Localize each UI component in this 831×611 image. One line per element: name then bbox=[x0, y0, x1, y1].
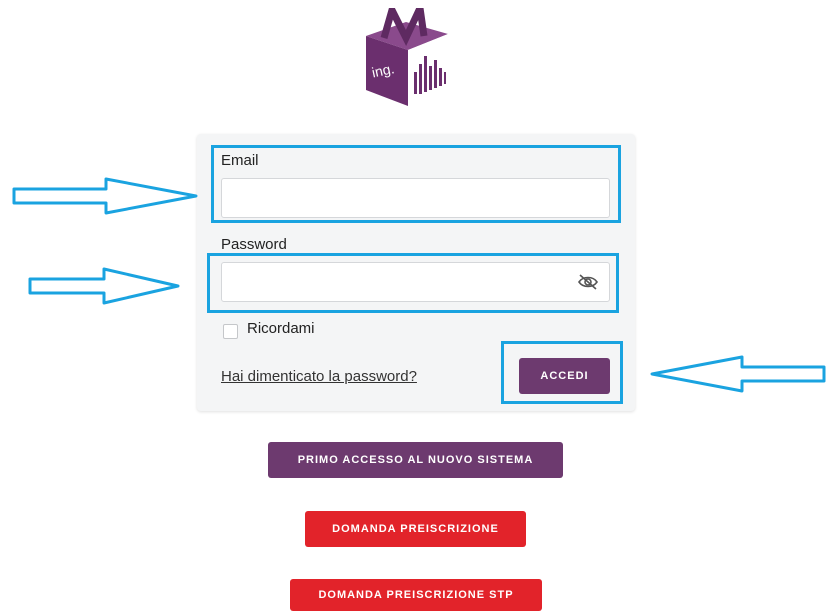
cube-m-logo: ing. bbox=[366, 8, 448, 106]
eye-off-icon[interactable] bbox=[577, 274, 599, 290]
arrow-right-outline-icon bbox=[12, 177, 198, 215]
remember-checkbox[interactable] bbox=[223, 324, 238, 339]
email-field[interactable] bbox=[221, 178, 610, 218]
preregistration-button[interactable]: DOMANDA PREISCRIZIONE bbox=[305, 511, 526, 547]
forgot-password-link[interactable]: Hai dimenticato la password? bbox=[221, 368, 417, 385]
arrow-left-outline-icon bbox=[650, 355, 826, 393]
login-page: ing. Email Password Ricordami Hai diment… bbox=[0, 0, 831, 611]
arrow-right-outline-icon bbox=[28, 267, 180, 305]
first-access-button[interactable]: PRIMO ACCESSO AL NUOVO SISTEMA bbox=[268, 442, 563, 478]
email-label: Email bbox=[221, 152, 259, 169]
password-label: Password bbox=[221, 236, 287, 253]
password-field[interactable] bbox=[221, 262, 610, 302]
login-card: Email Password Ricordami Hai dimenticato… bbox=[197, 134, 635, 411]
remember-label: Ricordami bbox=[247, 320, 315, 337]
preregistration-stp-button[interactable]: DOMANDA PREISCRIZIONE STP bbox=[290, 579, 542, 611]
login-button[interactable]: ACCEDI bbox=[519, 358, 610, 394]
